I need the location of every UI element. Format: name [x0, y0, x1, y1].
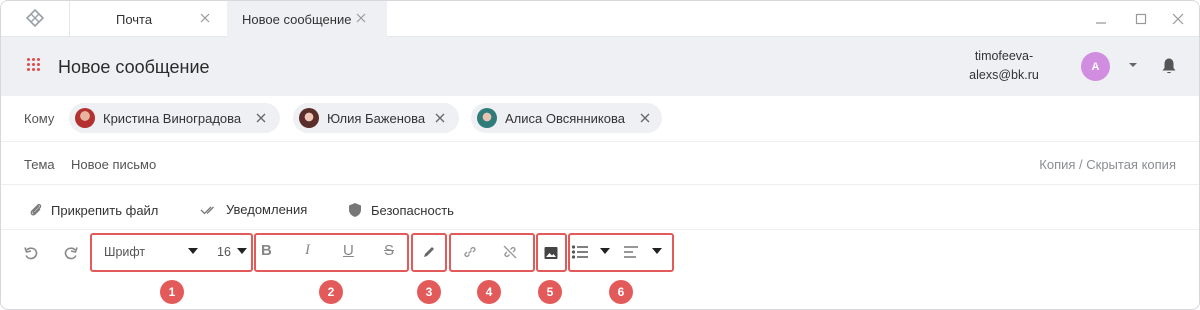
recipient-avatar [299, 108, 319, 128]
underline-button[interactable]: U [343, 242, 354, 259]
link-icon[interactable] [462, 244, 478, 260]
redo-icon[interactable] [63, 245, 79, 261]
minimize-icon[interactable] [1094, 12, 1108, 26]
apps-grid-icon[interactable] [27, 58, 41, 72]
remove-recipient-icon[interactable] [435, 113, 445, 123]
callout-badge: 6 [609, 280, 633, 304]
align-dropdown-caret-icon[interactable] [652, 248, 662, 254]
align-left-icon[interactable] [623, 244, 639, 260]
page-title: Новое сообщение [58, 57, 210, 77]
security-button[interactable]: Безопасность [347, 202, 454, 218]
divider [1, 184, 1199, 185]
bulleted-list-icon[interactable] [571, 244, 589, 260]
subject-label: Тема [24, 157, 55, 172]
font-dropdown-caret-icon[interactable] [188, 248, 198, 254]
callout-badge: 5 [538, 280, 562, 304]
remove-recipient-icon[interactable] [256, 113, 266, 123]
recipient-chip[interactable]: Юлия Баженова [293, 103, 459, 133]
pencil-icon[interactable] [421, 244, 437, 260]
security-label: Безопасность [371, 202, 454, 218]
unlink-icon[interactable] [502, 244, 518, 260]
remove-recipient-icon[interactable] [640, 113, 650, 123]
user-email-line1: timofeeva- [974, 49, 1034, 63]
callout-badge: 3 [417, 280, 441, 304]
recipient-avatar [477, 108, 497, 128]
attach-file-button[interactable]: Прикрепить файл [29, 202, 158, 218]
double-check-icon [200, 206, 214, 214]
recipient-chip[interactable]: Кристина Виноградова [69, 103, 280, 133]
tab-mail-label: Почта [116, 11, 153, 27]
recipient-chip[interactable]: Алиса Овсянникова [471, 103, 662, 133]
divider [1, 141, 1199, 142]
user-email[interactable]: timofeeva- alexs@bk.ru [949, 47, 1059, 85]
compose-window: Почта Новое сообщение Новое сообщение ti… [0, 0, 1200, 310]
bold-button[interactable]: B [261, 242, 272, 259]
to-label: Кому [24, 111, 55, 126]
cc-bcc-link[interactable]: Копия / Скрытая копия [1039, 157, 1176, 172]
font-select[interactable]: Шрифт [104, 245, 145, 259]
image-icon[interactable] [543, 245, 559, 261]
notifications-label: Уведомления [226, 202, 308, 217]
close-window-icon[interactable] [1171, 12, 1185, 26]
italic-button[interactable]: I [305, 242, 310, 259]
callout-badge: 1 [160, 280, 184, 304]
maximize-icon[interactable] [1134, 12, 1148, 26]
avatar[interactable]: A [1081, 52, 1110, 81]
tab-new-message[interactable]: Новое сообщение [227, 1, 387, 37]
user-email-line2: alexs@bk.ru [969, 68, 1039, 82]
paperclip-icon [30, 203, 42, 216]
callout-badge: 2 [319, 280, 343, 304]
subject-input[interactable]: Новое письмо [71, 157, 156, 172]
recipient-name: Юлия Баженова [327, 111, 426, 126]
account-menu-caret-icon[interactable] [1129, 63, 1137, 67]
bell-icon[interactable] [1161, 57, 1177, 75]
shield-icon [349, 203, 361, 217]
strikethrough-button[interactable]: S [384, 242, 394, 259]
undo-icon[interactable] [23, 245, 39, 261]
font-size-dropdown-caret-icon[interactable] [237, 248, 247, 254]
callout-badge: 4 [477, 280, 501, 304]
notifications-button[interactable]: Уведомления [200, 202, 307, 217]
tab-new-message-label: Новое сообщение [242, 11, 352, 27]
recipient-name: Кристина Виноградова [103, 111, 242, 126]
title-bar: Почта Новое сообщение [1, 1, 1199, 37]
close-tab-icon[interactable] [199, 12, 211, 24]
divider [1, 229, 1199, 230]
app-logo-icon [25, 8, 45, 28]
font-size-select[interactable]: 16 [217, 245, 231, 259]
recipient-name: Алиса Овсянникова [505, 111, 625, 126]
attach-file-label: Прикрепить файл [51, 202, 159, 218]
tab-mail[interactable]: Почта [69, 1, 227, 37]
close-tab-icon[interactable] [355, 12, 367, 24]
recipient-avatar [75, 108, 95, 128]
list-dropdown-caret-icon[interactable] [600, 248, 610, 254]
